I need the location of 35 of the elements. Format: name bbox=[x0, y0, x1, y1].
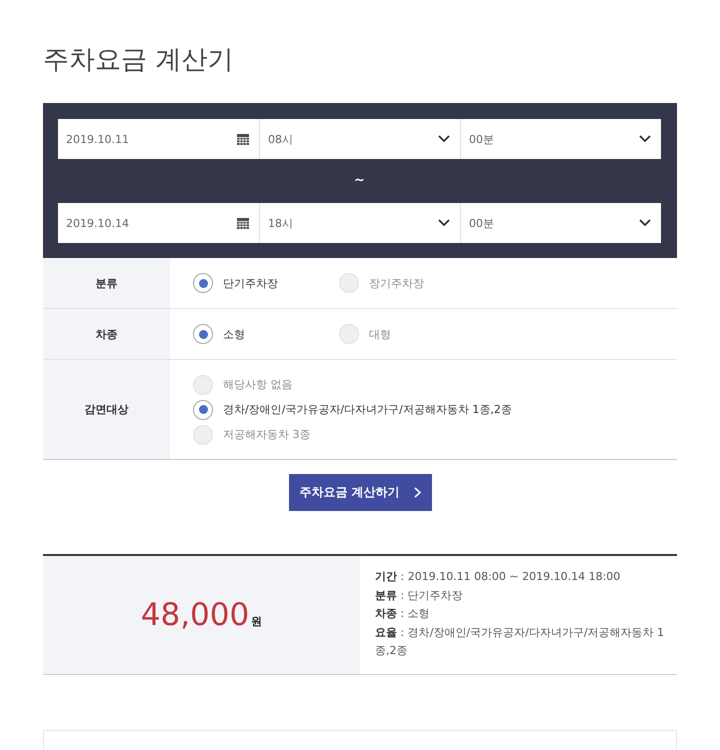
hour-dropdown[interactable]: 18시 bbox=[259, 203, 460, 243]
result-detail: 차종 : 소형 bbox=[375, 606, 431, 622]
calculate-button[interactable]: 주차요금 계산하기 bbox=[288, 474, 432, 511]
row-header: 분류 bbox=[43, 258, 170, 308]
calendar-icon bbox=[237, 134, 249, 144]
hour-dropdown[interactable]: 08시 bbox=[259, 119, 460, 159]
radio-label[interactable]: 대형 bbox=[369, 326, 391, 342]
date-field[interactable]: 2019.10.14 bbox=[58, 203, 259, 243]
radio-label[interactable]: 장기주차장 bbox=[369, 276, 424, 290]
date-field[interactable]: 2019.10.11 bbox=[58, 119, 259, 159]
chevron-right-icon bbox=[414, 487, 421, 498]
currency-unit: 원 bbox=[251, 615, 262, 628]
minute-dropdown[interactable]: 00분 bbox=[460, 203, 661, 243]
radio-label[interactable]: 소형 bbox=[223, 326, 245, 342]
page-title: 주차요금 계산기 bbox=[43, 44, 234, 76]
range-separator: ~ bbox=[354, 174, 365, 188]
row-header: 감면대상 bbox=[43, 360, 170, 459]
result-detail: 분류 : 단기주차장 bbox=[375, 588, 464, 604]
radio-label[interactable]: 경차/장애인/국가유공자/다자녀가구/저공해자동차 1종,2종 bbox=[223, 402, 512, 417]
amount-value: 48,000 bbox=[140, 597, 250, 633]
result-detail: 요율 : 경차/장애인/국가유공자/다자녀가구/저공해자동차 1종,2종 bbox=[375, 624, 666, 659]
radio-label[interactable]: 저공해자동차 3종 bbox=[223, 427, 310, 442]
chevron-down-icon bbox=[438, 135, 450, 143]
radio-label[interactable]: 단기주차장 bbox=[223, 276, 278, 290]
chevron-down-icon bbox=[639, 135, 651, 143]
radio-button[interactable] bbox=[193, 324, 213, 344]
calendar-icon bbox=[237, 218, 249, 228]
row-header: 차종 bbox=[43, 309, 170, 359]
radio-button[interactable] bbox=[193, 273, 213, 293]
result-detail: 기간 : 2019.10.11 08:00 ~ 2019.10.14 18:00 bbox=[375, 569, 622, 585]
minute-dropdown[interactable]: 00분 bbox=[460, 119, 661, 159]
radio-label[interactable]: 해당사항 없음 bbox=[223, 377, 292, 392]
radio-button[interactable] bbox=[193, 400, 213, 420]
chevron-down-icon bbox=[639, 219, 651, 227]
chevron-down-icon bbox=[438, 219, 450, 227]
